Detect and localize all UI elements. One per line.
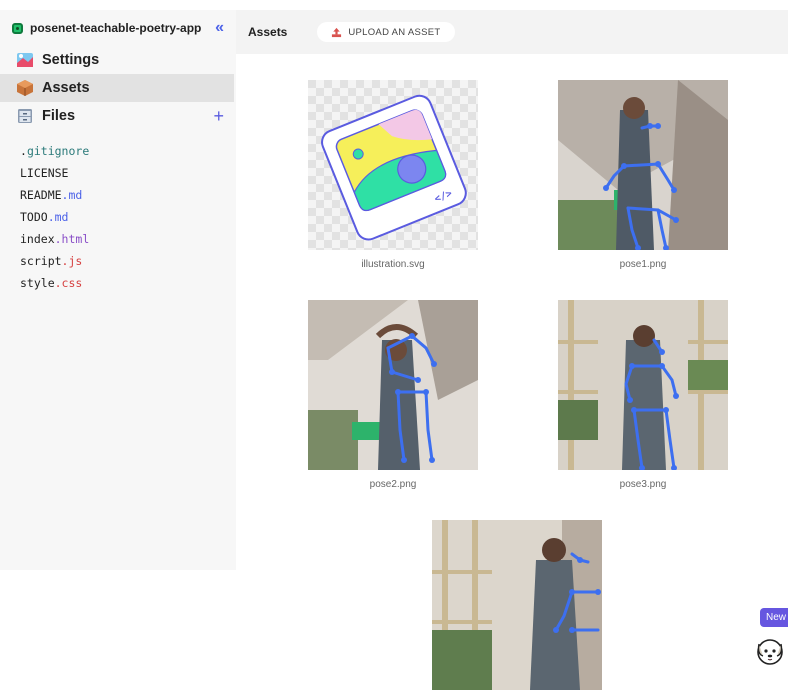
file-list: .gitignore LICENSE README.md TODO.md ind… <box>0 140 236 294</box>
upload-icon <box>332 27 342 37</box>
add-file-button[interactable]: + <box>213 106 224 127</box>
asset-card-pose3[interactable]: pose3.png <box>558 300 728 490</box>
asset-thumbnail-illustration: </> <box>308 80 478 250</box>
asset-caption: pose3.png <box>619 479 667 490</box>
asset-caption: pose1.png <box>619 259 667 270</box>
settings-art-icon <box>17 53 33 67</box>
asset-card-illustration[interactable]: </> illustration.svg <box>308 80 478 270</box>
asset-card-pose1[interactable]: pose1.png <box>558 80 728 270</box>
asset-caption: pose2.png <box>369 479 417 490</box>
asset-card-pose2[interactable]: pose2.png <box>308 300 478 490</box>
tab-assets[interactable]: Assets <box>236 25 299 39</box>
new-badge[interactable]: New <box>760 608 788 627</box>
collapse-sidebar-button[interactable]: « <box>215 19 224 37</box>
file-item-style[interactable]: style.css <box>0 272 236 294</box>
nav-item-settings[interactable]: Settings <box>0 46 236 74</box>
asset-caption: illustration.svg <box>361 259 425 270</box>
file-item-license[interactable]: LICENSE <box>0 162 236 184</box>
asset-thumbnail-pose1 <box>558 80 728 250</box>
nav-label-settings: Settings <box>42 52 100 68</box>
tab-bar: Assets UPLOAD AN ASSET <box>236 10 788 54</box>
project-name: posenet-teachable-poetry-app <box>30 21 202 35</box>
upload-asset-label: UPLOAD AN ASSET <box>348 26 441 38</box>
asset-thumbnail-pose2 <box>308 300 478 470</box>
file-cabinet-icon <box>18 109 32 123</box>
package-box-icon <box>17 80 33 96</box>
project-status-icon <box>12 22 23 34</box>
nav-item-files[interactable]: Files + <box>0 102 236 130</box>
asset-card-pose4[interactable] <box>432 520 602 699</box>
asset-thumbnail-pose3 <box>558 300 728 470</box>
upload-asset-button[interactable]: UPLOAD AN ASSET <box>317 22 455 42</box>
glitch-mascot-icon[interactable] <box>754 634 786 666</box>
file-item-readme[interactable]: README.md <box>0 184 236 206</box>
sidebar: posenet-teachable-poetry-app « Settings … <box>0 10 236 570</box>
project-header[interactable]: posenet-teachable-poetry-app « <box>0 10 236 46</box>
nav-item-assets[interactable]: Assets <box>0 74 234 102</box>
nav-label-assets: Assets <box>42 80 90 96</box>
file-item-index[interactable]: index.html <box>0 228 236 250</box>
file-item-todo[interactable]: TODO.md <box>0 206 236 228</box>
nav-label-files: Files <box>42 108 76 124</box>
file-item-script[interactable]: script.js <box>0 250 236 272</box>
asset-thumbnail-pose4 <box>432 520 602 690</box>
file-item-gitignore[interactable]: .gitignore <box>0 140 236 162</box>
assets-panel: Assets UPLOAD AN ASSET </> illustration.… <box>236 10 788 690</box>
